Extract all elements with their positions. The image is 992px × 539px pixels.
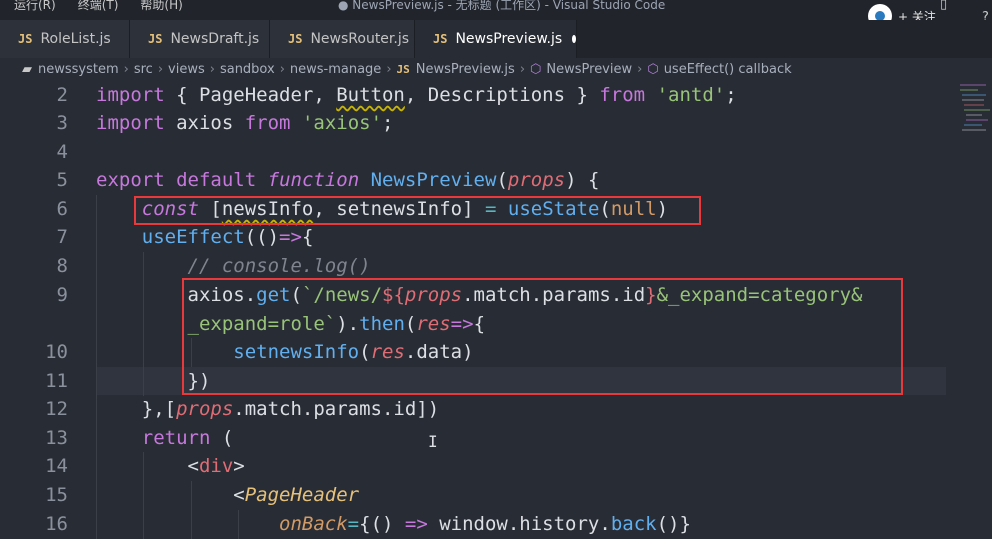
menu-help[interactable]: 帮助(H) [140, 0, 182, 13]
code-line[interactable]: 2 import { PageHeader, Button, Descripti… [0, 81, 992, 110]
tab-newspreview[interactable]: JS NewsPreview.js [415, 20, 577, 58]
folder-icon: ▰ [22, 61, 32, 77]
line-number: 9 [56, 284, 68, 306]
menu-terminal[interactable]: 终端(T) [78, 0, 119, 13]
breadcrumb-item[interactable]: useEffect() callback [664, 62, 792, 77]
tab-label: NewsDraft.js [170, 31, 260, 47]
line-number: 3 [56, 112, 68, 134]
breadcrumb-item[interactable]: newssystem [38, 62, 119, 77]
line-number: 6 [56, 198, 68, 220]
menu-run[interactable]: 运行(R) [14, 0, 56, 13]
chevron-right-icon: › [279, 61, 285, 77]
breadcrumb-item[interactable]: NewsPreview.js [416, 62, 515, 77]
line-number: 8 [56, 255, 68, 277]
minimap[interactable] [946, 80, 992, 524]
code-line[interactable]: 16 onBack={() => window.history.back()} [0, 510, 992, 539]
line-number: 13 [45, 427, 68, 449]
tab-label: NewsRouter.js [310, 31, 410, 47]
chevron-right-icon: › [123, 61, 129, 77]
breadcrumb-item[interactable]: NewsPreview [546, 62, 632, 77]
tab-newsdraft[interactable]: JS NewsDraft.js [130, 20, 270, 58]
breadcrumb-item[interactable]: views [168, 62, 205, 77]
menu-bar: 运行(R) 终端(T) 帮助(H) [14, 0, 183, 13]
line-number: 12 [45, 398, 68, 420]
js-file-icon: JS [148, 32, 163, 46]
js-file-icon: JS [288, 32, 303, 46]
line-number: 2 [56, 84, 68, 106]
chevron-right-icon: › [209, 61, 215, 77]
code-line[interactable]: 5 export default function NewsPreview(pr… [0, 166, 992, 195]
cube-icon: ⬡ [530, 61, 542, 77]
chevron-right-icon: › [386, 61, 392, 77]
window-title: ● NewsPreview.js - 无标题 (工作区) - Visual St… [338, 0, 666, 12]
line-number: 7 [56, 226, 68, 248]
tab-rolelist[interactable]: JS RoleList.js [0, 20, 130, 58]
js-file-icon: JS [396, 62, 410, 76]
tab-newsrouter[interactable]: JS NewsRouter.js [270, 20, 415, 58]
line-number: 4 [56, 141, 68, 163]
tab-label: NewsPreview.js [455, 31, 563, 47]
title-bar: 运行(R) 终端(T) 帮助(H) ● NewsPreview.js - 无标题… [0, 0, 992, 20]
code-line[interactable]: 13 return ( [0, 424, 992, 453]
line-number: 16 [45, 513, 68, 535]
line-number: 5 [56, 169, 68, 191]
cube-icon: ⬡ [647, 61, 659, 77]
breadcrumb-item[interactable]: src [134, 62, 153, 77]
line-number: 14 [45, 455, 68, 477]
code-editor[interactable]: 2 import { PageHeader, Button, Descripti… [0, 80, 992, 539]
code-line[interactable]: 4 [0, 138, 992, 167]
chevron-right-icon: › [519, 61, 526, 77]
js-file-icon: JS [18, 32, 33, 46]
breadcrumb: ▰ newssystem › src › views › sandbox › news-… [0, 58, 992, 80]
highlight-box-usestate [134, 196, 701, 225]
restore-icon[interactable]: ▯ [940, 0, 947, 12]
text-cursor-icon: I [428, 432, 438, 451]
chevron-right-icon: › [637, 61, 643, 77]
code-line[interactable]: 7 useEffect(()=>{ [0, 223, 992, 252]
code-line[interactable]: 8 // console.log() [0, 252, 992, 281]
line-number: 15 [45, 484, 68, 506]
breadcrumb-item[interactable]: news-manage [290, 62, 381, 77]
breadcrumb-item[interactable]: sandbox [220, 62, 275, 77]
editor-tabs: JS RoleList.js JS NewsDraft.js JS NewsRo… [0, 20, 992, 58]
js-file-icon: JS [433, 32, 448, 46]
code-line[interactable]: 14 <div> [0, 452, 992, 481]
tab-label: RoleList.js [40, 31, 111, 47]
line-number: 11 [45, 370, 68, 392]
code-line[interactable]: 12 },[props.match.params.id]) [0, 395, 992, 424]
code-line[interactable]: 3 import axios from 'axios'; [0, 109, 992, 138]
line-number: 10 [45, 341, 68, 363]
chevron-right-icon: › [157, 61, 164, 77]
unsaved-dot-icon[interactable] [572, 35, 576, 43]
highlight-box-axios [182, 278, 903, 395]
code-line[interactable]: 15 <PageHeader [0, 481, 992, 510]
